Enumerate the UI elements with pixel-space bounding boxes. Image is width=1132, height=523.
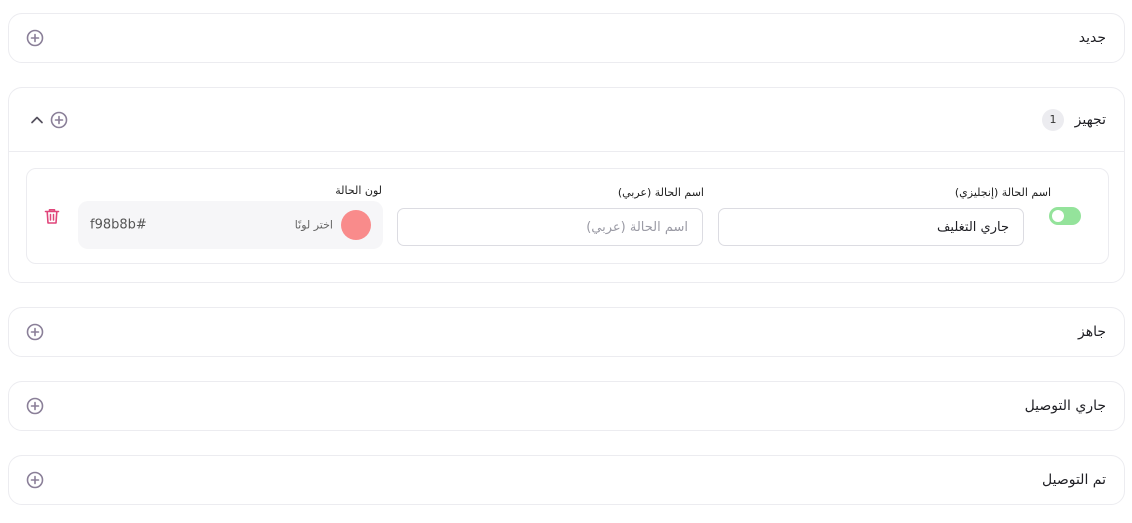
status-enabled-toggle[interactable] <box>1049 207 1081 225</box>
plus-circle-icon[interactable] <box>26 29 44 47</box>
name-en-input[interactable] <box>718 208 1024 246</box>
plus-circle-icon[interactable] <box>26 471 44 489</box>
status-group-delivered: تم التوصيل <box>8 455 1125 505</box>
color-hex-value: f98b8b# <box>90 217 147 233</box>
color-label: لون الحالة <box>335 184 382 197</box>
status-group-header[interactable]: جاري التوصيل <box>9 382 1124 430</box>
status-group-header[interactable]: جديد <box>9 14 1124 62</box>
status-item-row: اسم الحالة (إنجليزي) اسم الحالة (عربي) ل… <box>26 168 1109 264</box>
status-group-header[interactable]: جاهز <box>9 308 1124 356</box>
plus-circle-icon[interactable] <box>26 397 44 415</box>
status-group-title: جديد <box>1078 30 1106 46</box>
name-ar-label: اسم الحالة (عربي) <box>617 186 704 199</box>
status-group-title: جاهز <box>1077 324 1106 340</box>
plus-circle-icon[interactable] <box>26 323 44 341</box>
status-group-preparing: تجهيز 1 اسم الحالة (إنجليزي) اسم الحالة … <box>8 87 1125 283</box>
status-group-title: جاري التوصيل <box>1024 398 1106 414</box>
status-group-delivering: جاري التوصيل <box>8 381 1125 431</box>
status-group-header[interactable]: تجهيز 1 <box>9 88 1124 152</box>
name-en-label: اسم الحالة (إنجليزي) <box>954 186 1051 199</box>
status-group-title: تجهيز <box>1074 112 1106 128</box>
chevron-up-icon[interactable] <box>29 112 45 128</box>
trash-icon[interactable] <box>43 207 61 225</box>
plus-circle-icon[interactable] <box>50 111 68 129</box>
divider <box>9 151 1124 152</box>
status-group-title: تم التوصيل <box>1042 472 1106 488</box>
status-group-ready: جاهز <box>8 307 1125 357</box>
status-group-new: جديد <box>8 13 1125 63</box>
color-pick-label: اختر لونًا <box>294 218 333 232</box>
color-picker[interactable]: اختر لونًا f98b8b# <box>78 201 383 249</box>
name-ar-input[interactable] <box>397 208 703 246</box>
color-swatch[interactable] <box>341 210 371 240</box>
item-count-badge: 1 <box>1042 109 1064 131</box>
status-group-header[interactable]: تم التوصيل <box>9 456 1124 504</box>
